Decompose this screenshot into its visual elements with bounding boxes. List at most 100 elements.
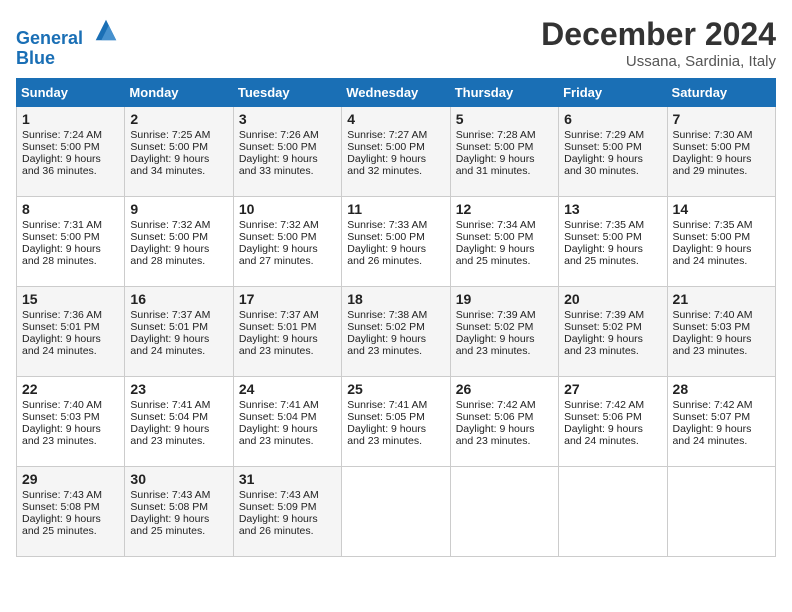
table-row: 28 Sunrise: 7:42 AMSunset: 5:07 PMDayligh… bbox=[667, 377, 775, 467]
col-wednesday: Wednesday bbox=[342, 79, 450, 107]
table-row: 4Sunrise: 7:27 AMSunset: 5:00 PMDaylight… bbox=[342, 107, 450, 197]
table-row: 1Sunrise: 7:24 AMSunset: 5:00 PMDaylight… bbox=[17, 107, 125, 197]
table-row: 31 Sunrise: 7:43 AMSunset: 5:09 PMDayligh… bbox=[233, 467, 341, 557]
col-friday: Friday bbox=[559, 79, 667, 107]
day-number: 2 bbox=[130, 111, 227, 127]
day-number: 9 bbox=[130, 201, 227, 217]
calendar-row-3: 15 Sunrise: 7:36 AMSunset: 5:01 PMDayligh… bbox=[17, 287, 776, 377]
day-number: 23 bbox=[130, 381, 227, 397]
table-row bbox=[342, 467, 450, 557]
day-number: 15 bbox=[22, 291, 119, 307]
table-row: 15 Sunrise: 7:36 AMSunset: 5:01 PMDayligh… bbox=[17, 287, 125, 377]
day-number: 20 bbox=[564, 291, 661, 307]
table-row: 6Sunrise: 7:29 AMSunset: 5:00 PMDaylight… bbox=[559, 107, 667, 197]
day-info: Sunrise: 7:42 AMSunset: 5:06 PMDaylight:… bbox=[564, 399, 661, 447]
day-info: Sunrise: 7:31 AMSunset: 5:00 PMDaylight:… bbox=[22, 219, 119, 267]
day-info: Sunrise: 7:42 AMSunset: 5:07 PMDaylight:… bbox=[673, 399, 770, 447]
table-row: 18Sunrise: 7:38 AMSunset: 5:02 PMDayligh… bbox=[342, 287, 450, 377]
day-number: 3 bbox=[239, 111, 336, 127]
day-info: Sunrise: 7:32 AMSunset: 5:00 PMDaylight:… bbox=[239, 219, 336, 267]
table-row: 13Sunrise: 7:35 AMSunset: 5:00 PMDayligh… bbox=[559, 197, 667, 287]
day-number: 29 bbox=[22, 471, 119, 487]
day-info: Sunrise: 7:40 AMSunset: 5:03 PMDaylight:… bbox=[22, 399, 119, 447]
day-info: Sunrise: 7:42 AMSunset: 5:06 PMDaylight:… bbox=[456, 399, 553, 447]
day-number: 10 bbox=[239, 201, 336, 217]
day-info: Sunrise: 7:37 AMSunset: 5:01 PMDaylight:… bbox=[239, 309, 336, 357]
table-row: 12 Sunrise: 7:34 AMSunset: 5:00 PMDayligh… bbox=[450, 197, 558, 287]
calendar-row-2: 8Sunrise: 7:31 AMSunset: 5:00 PMDaylight… bbox=[17, 197, 776, 287]
calendar-row-4: 22 Sunrise: 7:40 AMSunset: 5:03 PMDayligh… bbox=[17, 377, 776, 467]
day-number: 5 bbox=[456, 111, 553, 127]
day-number: 30 bbox=[130, 471, 227, 487]
day-number: 11 bbox=[347, 201, 444, 217]
day-info: Sunrise: 7:41 AMSunset: 5:04 PMDaylight:… bbox=[239, 399, 336, 447]
day-info: Sunrise: 7:35 AMSunset: 5:00 PMDaylight:… bbox=[673, 219, 770, 267]
day-info: Sunrise: 7:38 AMSunset: 5:02 PMDaylight:… bbox=[347, 309, 444, 357]
table-row bbox=[667, 467, 775, 557]
logo-blue: Blue bbox=[16, 49, 120, 69]
col-tuesday: Tuesday bbox=[233, 79, 341, 107]
table-row: 11Sunrise: 7:33 AMSunset: 5:00 PMDayligh… bbox=[342, 197, 450, 287]
day-info: Sunrise: 7:41 AMSunset: 5:05 PMDaylight:… bbox=[347, 399, 444, 447]
day-number: 28 bbox=[673, 381, 770, 397]
day-info: Sunrise: 7:43 AMSunset: 5:09 PMDaylight:… bbox=[239, 489, 336, 537]
day-info: Sunrise: 7:41 AMSunset: 5:04 PMDaylight:… bbox=[130, 399, 227, 447]
header-row: Sunday Monday Tuesday Wednesday Thursday… bbox=[17, 79, 776, 107]
table-row: 2 Sunrise: 7:25 AMSunset: 5:00 PMDaylight… bbox=[125, 107, 233, 197]
location: Ussana, Sardinia, Italy bbox=[541, 53, 776, 70]
day-info: Sunrise: 7:34 AMSunset: 5:00 PMDaylight:… bbox=[456, 219, 553, 267]
table-row: 21Sunrise: 7:40 AMSunset: 5:03 PMDayligh… bbox=[667, 287, 775, 377]
day-info: Sunrise: 7:28 AMSunset: 5:00 PMDaylight:… bbox=[456, 129, 553, 177]
table-row: 30 Sunrise: 7:43 AMSunset: 5:08 PMDayligh… bbox=[125, 467, 233, 557]
day-info: Sunrise: 7:36 AMSunset: 5:01 PMDaylight:… bbox=[22, 309, 119, 357]
day-number: 17 bbox=[239, 291, 336, 307]
table-row: 9 Sunrise: 7:32 AMSunset: 5:00 PMDaylight… bbox=[125, 197, 233, 287]
logo-icon bbox=[92, 16, 120, 44]
table-row: 19 Sunrise: 7:39 AMSunset: 5:02 PMDayligh… bbox=[450, 287, 558, 377]
day-info: Sunrise: 7:43 AMSunset: 5:08 PMDaylight:… bbox=[130, 489, 227, 537]
title-block: December 2024 Ussana, Sardinia, Italy bbox=[541, 16, 776, 70]
table-row: 16 Sunrise: 7:37 AMSunset: 5:01 PMDayligh… bbox=[125, 287, 233, 377]
table-row: 29 Sunrise: 7:43 AMSunset: 5:08 PMDayligh… bbox=[17, 467, 125, 557]
col-saturday: Saturday bbox=[667, 79, 775, 107]
table-row: 3Sunrise: 7:26 AMSunset: 5:00 PMDaylight… bbox=[233, 107, 341, 197]
table-row bbox=[559, 467, 667, 557]
day-number: 1 bbox=[22, 111, 119, 127]
day-number: 24 bbox=[239, 381, 336, 397]
day-info: Sunrise: 7:37 AMSunset: 5:01 PMDaylight:… bbox=[130, 309, 227, 357]
day-info: Sunrise: 7:25 AMSunset: 5:00 PMDaylight:… bbox=[130, 129, 227, 177]
day-number: 14 bbox=[673, 201, 770, 217]
logo: General Blue bbox=[16, 16, 120, 69]
table-row: 5 Sunrise: 7:28 AMSunset: 5:00 PMDaylight… bbox=[450, 107, 558, 197]
logo-general: General bbox=[16, 28, 83, 48]
calendar-row-1: 1Sunrise: 7:24 AMSunset: 5:00 PMDaylight… bbox=[17, 107, 776, 197]
table-row bbox=[450, 467, 558, 557]
col-thursday: Thursday bbox=[450, 79, 558, 107]
table-row: 20 Sunrise: 7:39 AMSunset: 5:02 PMDayligh… bbox=[559, 287, 667, 377]
day-info: Sunrise: 7:29 AMSunset: 5:00 PMDaylight:… bbox=[564, 129, 661, 177]
day-number: 12 bbox=[456, 201, 553, 217]
day-info: Sunrise: 7:39 AMSunset: 5:02 PMDaylight:… bbox=[564, 309, 661, 357]
day-number: 21 bbox=[673, 291, 770, 307]
day-info: Sunrise: 7:43 AMSunset: 5:08 PMDaylight:… bbox=[22, 489, 119, 537]
logo-text: General bbox=[16, 16, 120, 49]
day-number: 26 bbox=[456, 381, 553, 397]
day-number: 31 bbox=[239, 471, 336, 487]
day-number: 22 bbox=[22, 381, 119, 397]
day-info: Sunrise: 7:39 AMSunset: 5:02 PMDaylight:… bbox=[456, 309, 553, 357]
table-row: 22 Sunrise: 7:40 AMSunset: 5:03 PMDayligh… bbox=[17, 377, 125, 467]
table-row: 23 Sunrise: 7:41 AMSunset: 5:04 PMDayligh… bbox=[125, 377, 233, 467]
col-sunday: Sunday bbox=[17, 79, 125, 107]
day-number: 19 bbox=[456, 291, 553, 307]
col-monday: Monday bbox=[125, 79, 233, 107]
day-info: Sunrise: 7:32 AMSunset: 5:00 PMDaylight:… bbox=[130, 219, 227, 267]
day-info: Sunrise: 7:30 AMSunset: 5:00 PMDaylight:… bbox=[673, 129, 770, 177]
day-number: 25 bbox=[347, 381, 444, 397]
calendar-row-5: 29 Sunrise: 7:43 AMSunset: 5:08 PMDayligh… bbox=[17, 467, 776, 557]
table-row: 27Sunrise: 7:42 AMSunset: 5:06 PMDayligh… bbox=[559, 377, 667, 467]
table-row: 7Sunrise: 7:30 AMSunset: 5:00 PMDaylight… bbox=[667, 107, 775, 197]
month-title: December 2024 bbox=[541, 16, 776, 53]
table-row: 8Sunrise: 7:31 AMSunset: 5:00 PMDaylight… bbox=[17, 197, 125, 287]
day-number: 13 bbox=[564, 201, 661, 217]
day-number: 16 bbox=[130, 291, 227, 307]
